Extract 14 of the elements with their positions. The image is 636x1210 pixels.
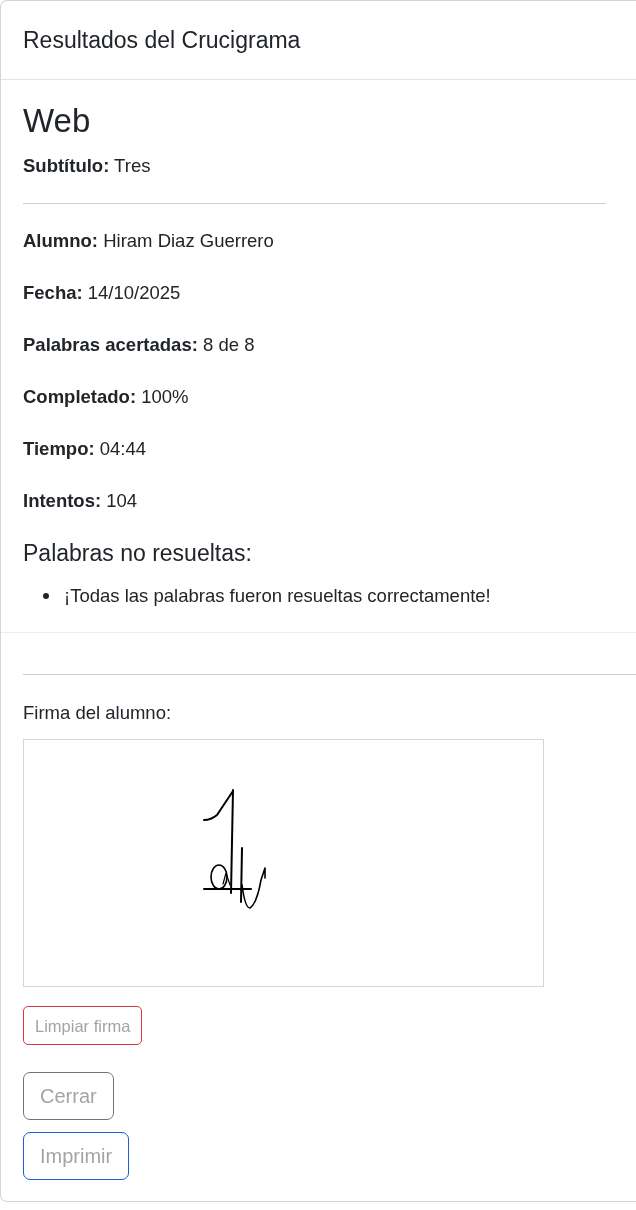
detail-text: Fecha: 14/10/2025 xyxy=(23,281,181,305)
detail-text: Palabras acertadas: 8 de 8 xyxy=(23,333,255,357)
crossword-name: Web xyxy=(23,101,91,141)
unsolved-heading: Palabras no resueltas: xyxy=(23,539,252,568)
detail-text: Intentos: 104 xyxy=(23,489,138,513)
signature-pad[interactable] xyxy=(23,739,544,987)
detail-text: Completado: 100% xyxy=(23,385,189,409)
detail-text: Tiempo: 04:44 xyxy=(23,437,147,461)
list-item-text: ¡Todas las palabras fueron resueltas correctamente! xyxy=(64,584,491,608)
bullet-icon xyxy=(43,593,49,599)
card-title: Resultados del Crucigrama xyxy=(23,26,301,54)
subtitle-text: Subtítulo: Tres xyxy=(23,154,151,178)
signature-label: Firma del alumno: xyxy=(23,701,172,725)
detail-text: Alumno: Hiram Diaz Guerrero xyxy=(23,229,274,253)
